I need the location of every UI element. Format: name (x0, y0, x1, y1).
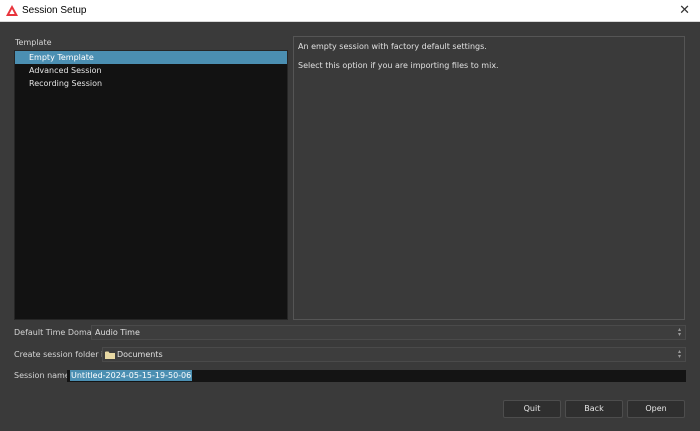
back-button[interactable]: Back (565, 400, 623, 418)
template-item-recording[interactable]: Recording Session (15, 77, 287, 90)
time-domain-label: Default Time Domain: (14, 328, 102, 337)
open-button[interactable]: Open (627, 400, 685, 418)
template-description-panel: An empty session with factory default se… (293, 36, 685, 320)
app-logo-icon (6, 5, 18, 16)
quit-button[interactable]: Quit (503, 400, 561, 418)
description-line: An empty session with factory default se… (298, 42, 487, 51)
close-icon[interactable]: ✕ (679, 3, 690, 18)
folder-value: Documents (117, 350, 163, 359)
template-item-advanced[interactable]: Advanced Session (15, 64, 287, 77)
time-domain-value: Audio Time (95, 328, 140, 337)
folder-icon (105, 351, 115, 359)
session-name-value[interactable]: Untitled-2024-05-15-19-50-06 (70, 370, 193, 381)
dropdown-arrows-icon: ▴ ▾ (677, 348, 681, 360)
session-folder-dropdown[interactable]: Documents ▴ ▾ (102, 347, 686, 362)
session-name-label: Session name: (14, 371, 73, 380)
template-item-empty[interactable]: Empty Template (15, 51, 287, 64)
template-list[interactable]: Empty Template Advanced Session Recordin… (14, 50, 288, 320)
template-label: Template (15, 38, 52, 47)
session-name-input[interactable]: Untitled-2024-05-15-19-50-06 (67, 370, 686, 382)
description-line: Select this option if you are importing … (298, 61, 499, 70)
time-domain-dropdown[interactable]: Audio Time ▴ ▾ (91, 325, 686, 340)
title-bar: Session Setup ✕ (0, 0, 700, 22)
dialog-body: Template Empty Template Advanced Session… (0, 22, 700, 431)
folder-label: Create session folder in: (14, 350, 112, 359)
window-title: Session Setup (22, 5, 87, 16)
dropdown-arrows-icon: ▴ ▾ (677, 326, 681, 338)
